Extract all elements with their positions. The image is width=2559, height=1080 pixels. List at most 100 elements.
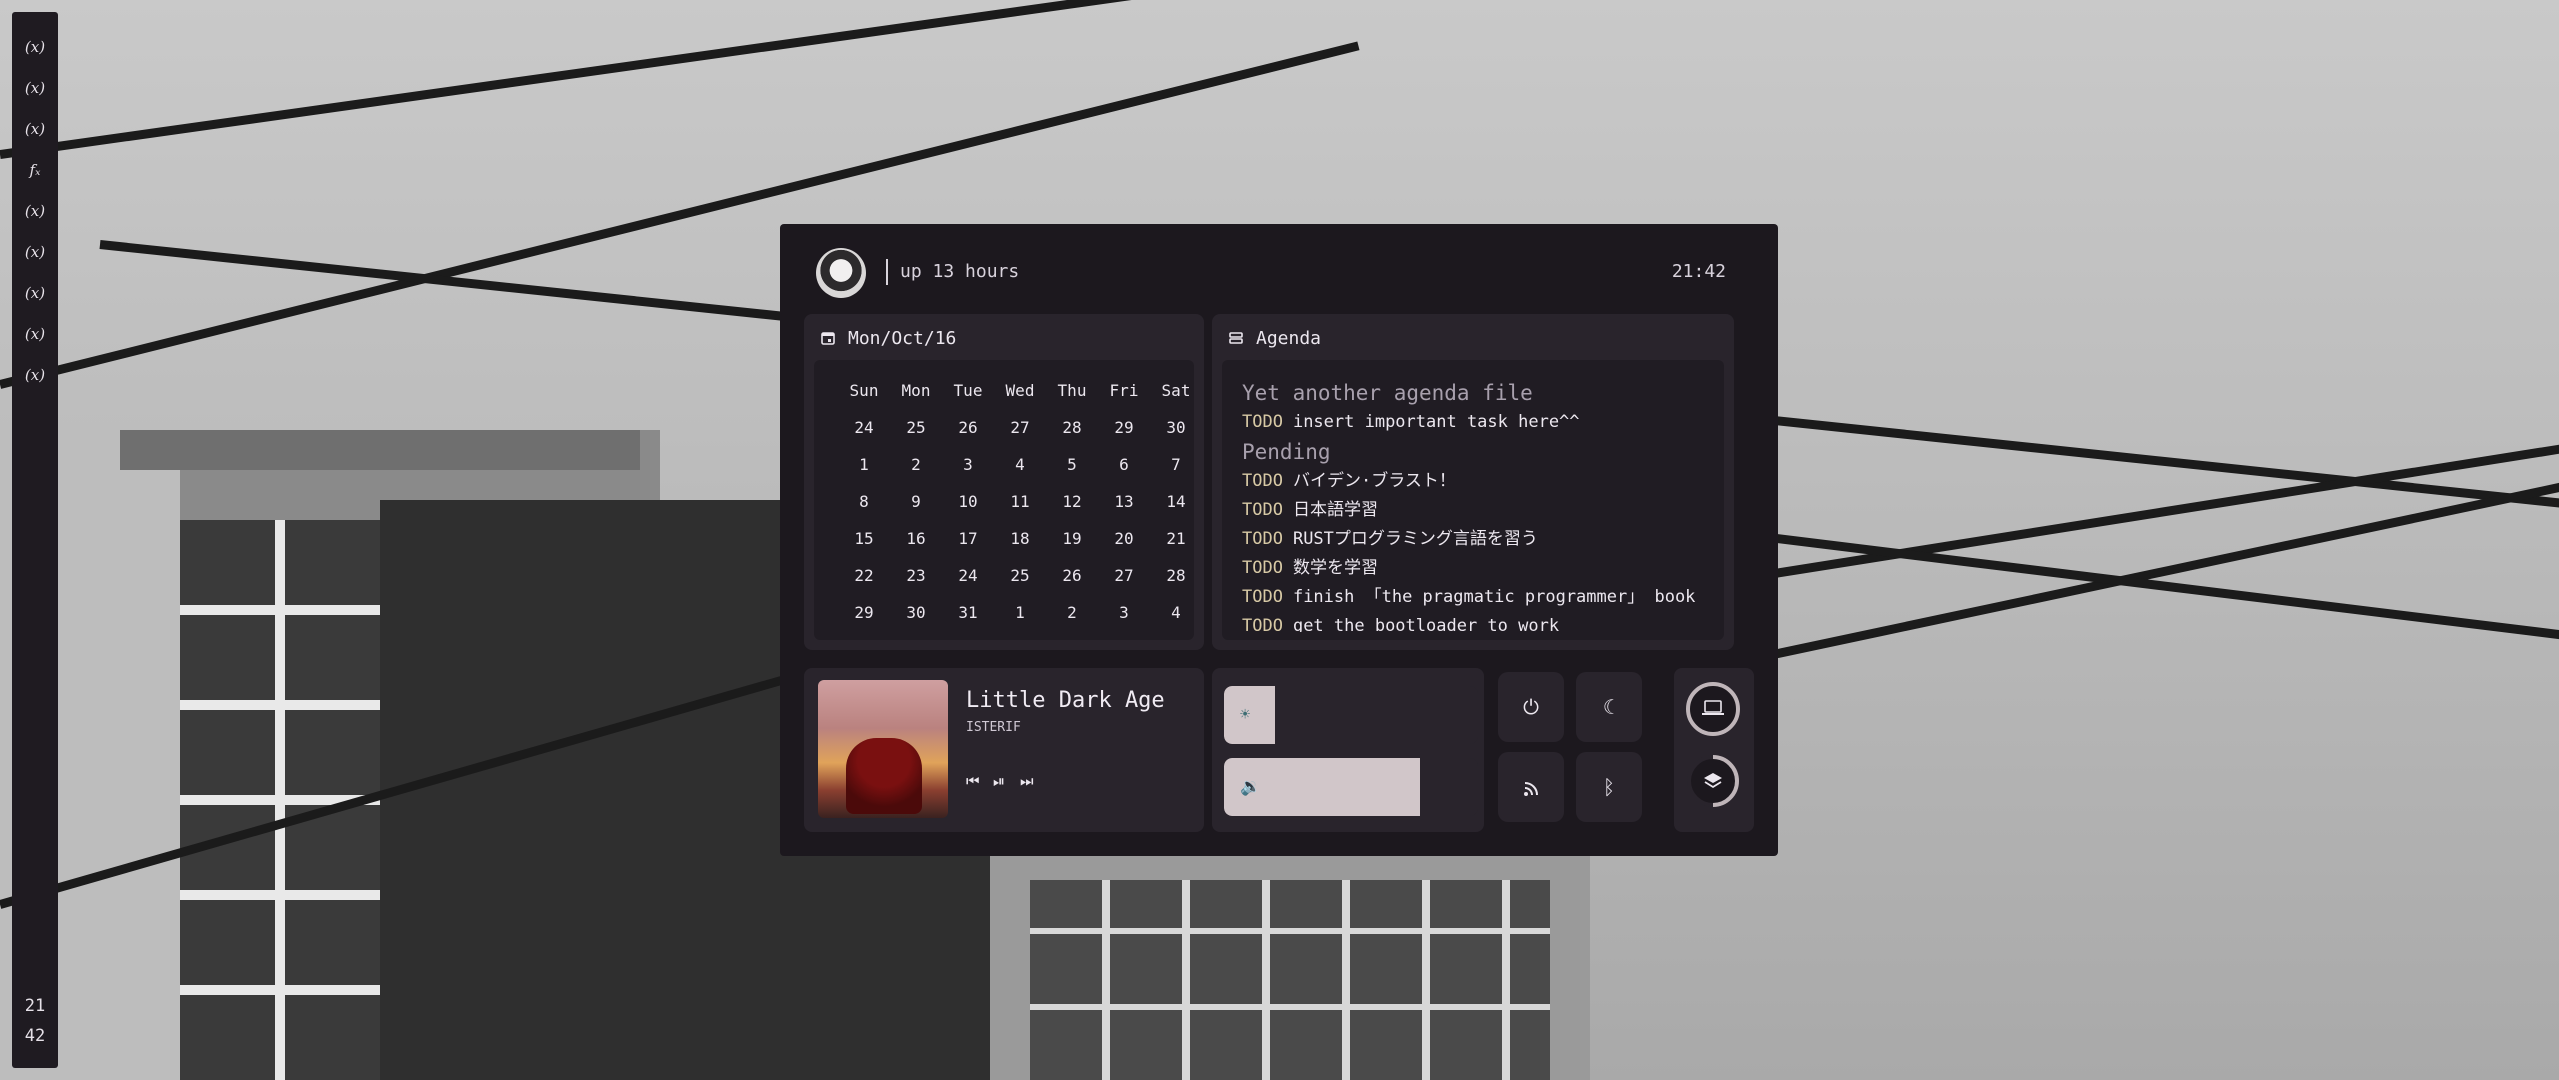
todo-text: insert important task here^^ [1292, 412, 1580, 432]
header-separator [886, 259, 888, 285]
volume-icon: 🔉 [1240, 777, 1262, 797]
laptop-icon [1702, 700, 1724, 715]
todo-keyword: TODO [1242, 500, 1283, 520]
calendar-day[interactable]: 29 [838, 600, 890, 637]
calendar-day[interactable]: 6 [1098, 452, 1150, 489]
calendar-day[interactable]: 1 [838, 452, 890, 489]
power-button[interactable]: ⏻ [1498, 672, 1564, 742]
side-bar: (x) (x) (x) 𝑓ₓ (x) (x) (x) (x) (x) 21 42 [12, 12, 58, 1068]
play-pause-icon[interactable]: ⏯ [993, 772, 1005, 790]
todo-keyword: TODO [1242, 471, 1283, 491]
calendar-day[interactable]: 1 [994, 600, 1046, 637]
dashboard: up 13 hours 21:42 Mon/Oct/16 Sun Mon Tue We… [780, 224, 1778, 856]
workspace-9[interactable]: (x) [12, 366, 58, 384]
calendar-day[interactable]: 14 [1150, 489, 1202, 526]
calendar-day[interactable]: 3 [942, 452, 994, 489]
previous-track-icon[interactable]: ⏮ [966, 772, 980, 790]
calendar-day[interactable]: 8 [838, 489, 890, 526]
calendar-day[interactable]: 10 [942, 489, 994, 526]
workspace-8[interactable]: (x) [12, 325, 58, 343]
clock-hour: 21 [24, 996, 46, 1016]
agenda-todo-item[interactable]: TODO バイデン·ブラスト！ [1242, 467, 1712, 496]
calendar-day[interactable]: 4 [994, 452, 1046, 489]
calendar-day[interactable]: 23 [890, 563, 942, 600]
calendar-day[interactable]: 27 [994, 415, 1046, 452]
rss-icon [1524, 781, 1538, 796]
calendar-card: Mon/Oct/16 Sun Mon Tue Wed Thu Fri Sat 24 25 26 27… [804, 314, 1204, 650]
workspace-4[interactable]: 𝑓ₓ [12, 161, 58, 179]
workspace-3[interactable]: (x) [12, 120, 58, 138]
calendar-day[interactable]: 30 [890, 600, 942, 637]
night-mode-button[interactable]: ☾ [1576, 672, 1642, 742]
todo-text: バイデン·ブラスト！ [1292, 471, 1456, 491]
layers-ring[interactable] [1686, 754, 1740, 808]
rss-button[interactable] [1498, 752, 1564, 822]
calendar-day[interactable]: 22 [838, 563, 890, 600]
calendar-day[interactable]: 2 [1046, 600, 1098, 637]
todo-text: get the bootloader to work [1292, 616, 1560, 632]
header-clock: 21:42 [1671, 261, 1726, 282]
calendar-day[interactable]: 24 [942, 563, 994, 600]
agenda-todo-item[interactable]: TODO RUSTプログラミング言語を習う [1242, 525, 1712, 554]
calendar-day[interactable]: 5 [1046, 452, 1098, 489]
calendar-day[interactable]: 26 [1046, 563, 1098, 600]
calendar-day[interactable]: 21 [1150, 526, 1202, 563]
avatar[interactable] [816, 248, 866, 298]
weekday-header: Sat [1161, 381, 1191, 400]
calendar-day[interactable]: 16 [890, 526, 942, 563]
calendar-day[interactable]: 28 [1150, 563, 1202, 600]
calendar-day[interactable]: 25 [890, 415, 942, 452]
calendar-day[interactable]: 4 [1150, 600, 1202, 637]
workspace-1[interactable]: (x) [12, 38, 58, 56]
bluetooth-button[interactable]: ᛒ [1576, 752, 1642, 822]
calendar-day[interactable]: 30 [1150, 415, 1202, 452]
calendar-day[interactable]: 3 [1098, 600, 1150, 637]
agenda-heading: Yet another agenda file [1242, 381, 1533, 405]
calendar-grid-panel: Sun Mon Tue Wed Thu Fri Sat 24 25 26 27 28 29 30 1 2 3 4 5… [814, 360, 1194, 640]
todo-keyword: TODO [1242, 616, 1283, 632]
clock-minute: 42 [24, 1026, 46, 1046]
power-icon: ⏻ [1523, 695, 1539, 719]
agenda-todo-item[interactable]: TODO finish 「the pragmatic programmer」 bo… [1242, 583, 1712, 612]
calendar-day[interactable]: 20 [1098, 526, 1150, 563]
workspace-6[interactable]: (x) [12, 243, 58, 261]
next-track-icon[interactable]: ⏭ [1020, 772, 1034, 790]
calendar-day[interactable]: 24 [838, 415, 890, 452]
calendar-day[interactable]: 26 [942, 415, 994, 452]
track-artist: ISTERIF [966, 720, 1021, 735]
brightness-icon: ☀ [1240, 705, 1251, 725]
todo-keyword: TODO [1242, 558, 1283, 578]
calendar-day[interactable]: 2 [890, 452, 942, 489]
agenda-heading: Pending [1242, 440, 1331, 464]
bluetooth-icon: ᛒ [1603, 775, 1615, 799]
agenda-todo-item[interactable]: TODO 数学を学習 [1242, 554, 1712, 583]
agenda-list[interactable]: Yet another agenda file TODO insert import… [1242, 378, 1712, 632]
calendar-day[interactable]: 11 [994, 489, 1046, 526]
calendar-day[interactable]: 12 [1046, 489, 1098, 526]
calendar-day[interactable]: 7 [1150, 452, 1202, 489]
volume-slider[interactable]: 🔉 [1224, 758, 1478, 816]
media-card: Little Dark Age ISTERIF ⏮ ⏯ ⏭ [804, 668, 1204, 832]
calendar-day[interactable]: 17 [942, 526, 994, 563]
calendar-day[interactable]: 13 [1098, 489, 1150, 526]
agenda-todo-item[interactable]: TODO insert important task here^^ [1242, 408, 1712, 437]
laptop-ring[interactable] [1686, 682, 1740, 736]
track-title: Little Dark Age [966, 688, 1165, 713]
workspace-7[interactable]: (x) [12, 284, 58, 302]
calendar-day[interactable]: 29 [1098, 415, 1150, 452]
brightness-slider[interactable]: ☀ [1224, 686, 1478, 744]
agenda-todo-item[interactable]: TODO get the bootloader to work [1242, 612, 1712, 632]
calendar-day[interactable]: 15 [838, 526, 890, 563]
workspace-5[interactable]: (x) [12, 202, 58, 220]
calendar-day[interactable]: 31 [942, 600, 994, 637]
agenda-todo-item[interactable]: TODO 日本語学習 [1242, 496, 1712, 525]
agenda-panel[interactable]: Yet another agenda file TODO insert import… [1222, 360, 1724, 640]
calendar-day[interactable]: 18 [994, 526, 1046, 563]
calendar-day[interactable]: 25 [994, 563, 1046, 600]
calendar-day[interactable]: 27 [1098, 563, 1150, 600]
workspace-2[interactable]: (x) [12, 79, 58, 97]
calendar-day[interactable]: 19 [1046, 526, 1098, 563]
calendar-day[interactable]: 28 [1046, 415, 1098, 452]
calendar-day[interactable]: 9 [890, 489, 942, 526]
moon-icon: ☾ [1602, 695, 1616, 719]
